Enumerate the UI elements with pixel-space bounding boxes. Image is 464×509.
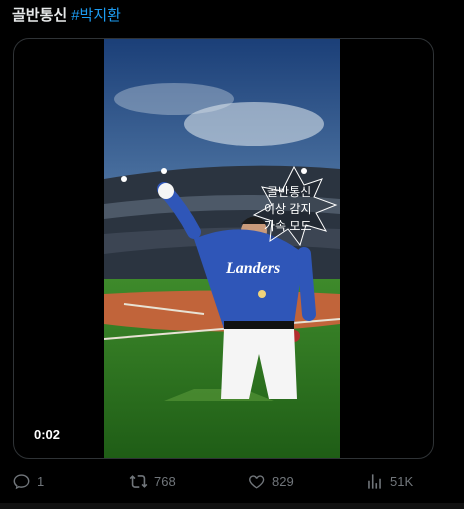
- overlay-line-3: 가속 모드: [264, 219, 312, 233]
- reply-count: 1: [37, 473, 45, 489]
- tweet-text: 골반통신 #박지환: [12, 7, 121, 25]
- retweet-button[interactable]: 768: [129, 469, 176, 493]
- bottom-divider: [0, 503, 464, 509]
- like-count: 829: [272, 473, 294, 489]
- video-player[interactable]: Landers 골반통신 이상 감지 가속 모드 0:02: [13, 38, 434, 459]
- reply-icon: [13, 473, 30, 489]
- overlay-line-1: 골반통신: [267, 185, 311, 199]
- retweet-count: 768: [154, 473, 176, 489]
- video-still: Landers 골반통신 이상 감지 가속 모드: [104, 39, 340, 458]
- hashtag-link[interactable]: #박지환: [71, 7, 121, 24]
- views-icon: [368, 473, 381, 489]
- tweet-actions: 1 768 829 51K: [12, 469, 452, 493]
- video-frame[interactable]: Landers 골반통신 이상 감지 가속 모드: [104, 39, 340, 458]
- reply-button[interactable]: 1: [12, 469, 44, 493]
- overlay-line-2: 이상 감지: [264, 202, 312, 216]
- tweet-body: 골반통신: [12, 7, 68, 24]
- jersey-text: Landers: [225, 260, 280, 277]
- retweet-icon: [129, 474, 148, 488]
- like-button[interactable]: 829: [247, 469, 294, 493]
- video-timestamp: 0:02: [28, 425, 67, 444]
- heart-icon: [249, 474, 265, 489]
- views-count: 51K: [390, 473, 414, 489]
- views-button[interactable]: 51K: [365, 469, 413, 493]
